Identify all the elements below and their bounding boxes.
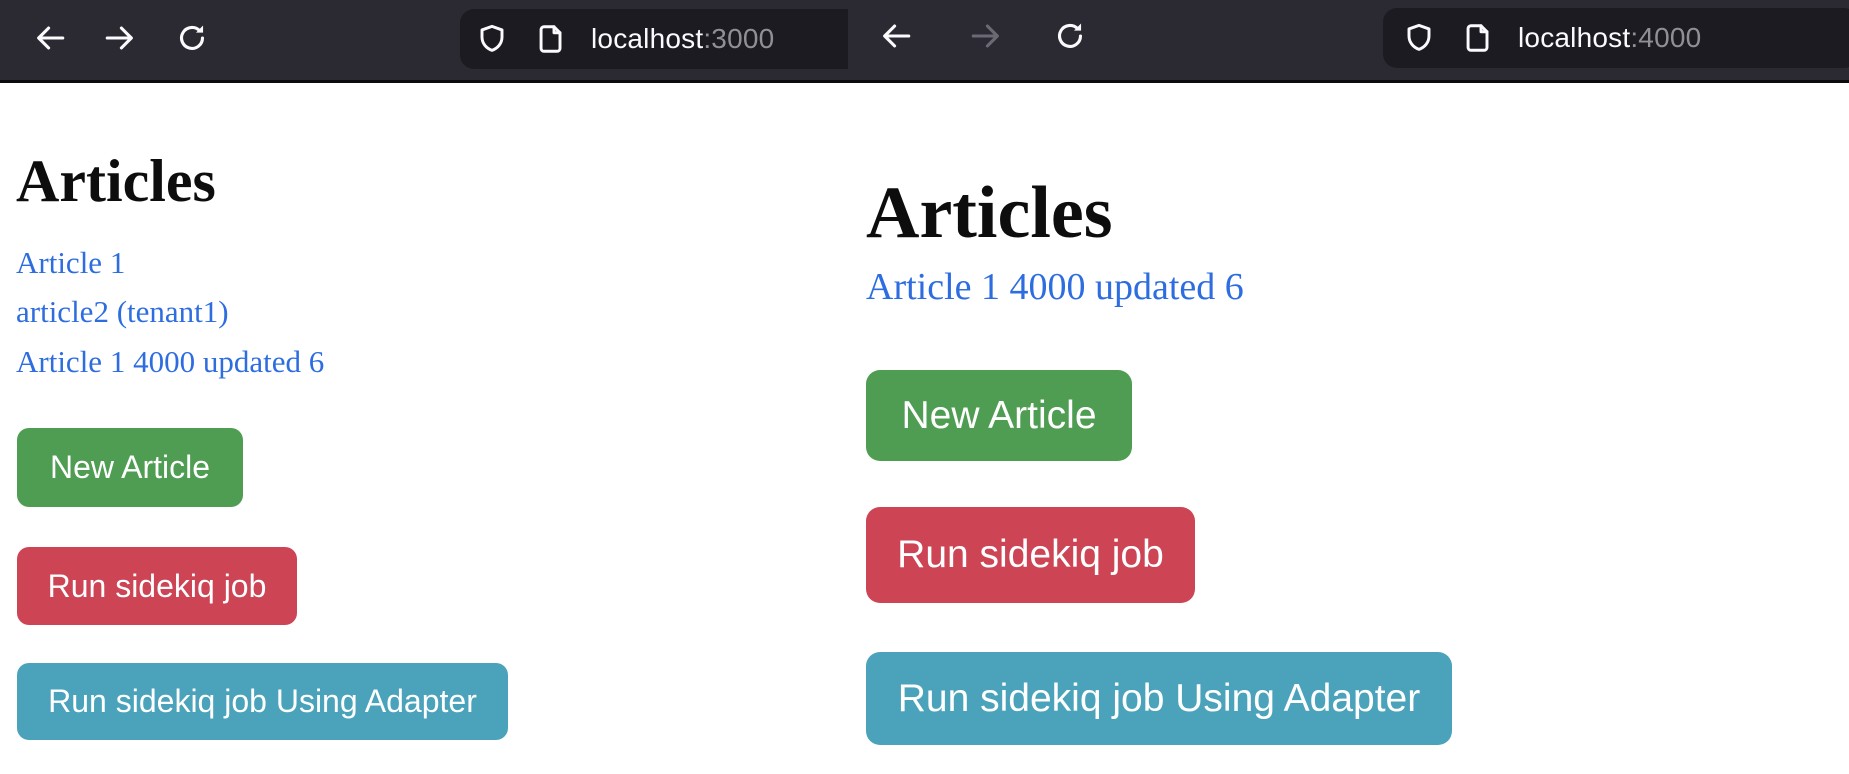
address-bar[interactable]: localhost:3000 <box>460 9 864 69</box>
url-port: :4000 <box>1630 22 1701 53</box>
forward-icon <box>969 19 1003 53</box>
url-text: localhost:4000 <box>1518 22 1701 54</box>
url-host: localhost <box>591 23 703 54</box>
browser-toolbar-left: localhost:3000 <box>0 0 848 83</box>
new-article-button[interactable]: New Article <box>866 370 1132 461</box>
forward-icon[interactable] <box>103 21 137 55</box>
shield-icon[interactable] <box>1403 22 1435 54</box>
address-bar[interactable]: localhost:4000 <box>1383 8 1849 68</box>
browser-toolbar-right: localhost:4000 <box>848 0 1849 83</box>
run-sidekiq-job-button[interactable]: Run sidekiq job <box>866 507 1195 603</box>
run-sidekiq-job-button[interactable]: Run sidekiq job <box>17 547 297 625</box>
page-title: Articles <box>16 151 216 211</box>
url-host: localhost <box>1518 22 1630 53</box>
page-title: Articles <box>866 176 1113 250</box>
page-icon <box>536 23 568 55</box>
article-link-2[interactable]: article2 (tenant1) <box>16 296 229 327</box>
page-icon <box>1463 22 1495 54</box>
refresh-icon[interactable] <box>175 21 209 55</box>
url-text: localhost:3000 <box>591 23 774 55</box>
article-link-1[interactable]: Article 1 <box>16 247 125 278</box>
screen: localhost:3000 localhost:4000 Articles A <box>0 0 1849 774</box>
back-icon[interactable] <box>33 21 67 55</box>
new-article-button[interactable]: New Article <box>17 428 243 507</box>
back-icon[interactable] <box>879 19 913 53</box>
run-sidekiq-job-adapter-button[interactable]: Run sidekiq job Using Adapter <box>866 652 1452 745</box>
article-link-1[interactable]: Article 1 4000 updated 6 <box>866 268 1244 306</box>
refresh-icon[interactable] <box>1053 19 1087 53</box>
shield-icon[interactable] <box>476 23 508 55</box>
run-sidekiq-job-adapter-button[interactable]: Run sidekiq job Using Adapter <box>17 663 508 740</box>
url-port: :3000 <box>703 23 774 54</box>
article-link-3[interactable]: Article 1 4000 updated 6 <box>16 346 324 377</box>
